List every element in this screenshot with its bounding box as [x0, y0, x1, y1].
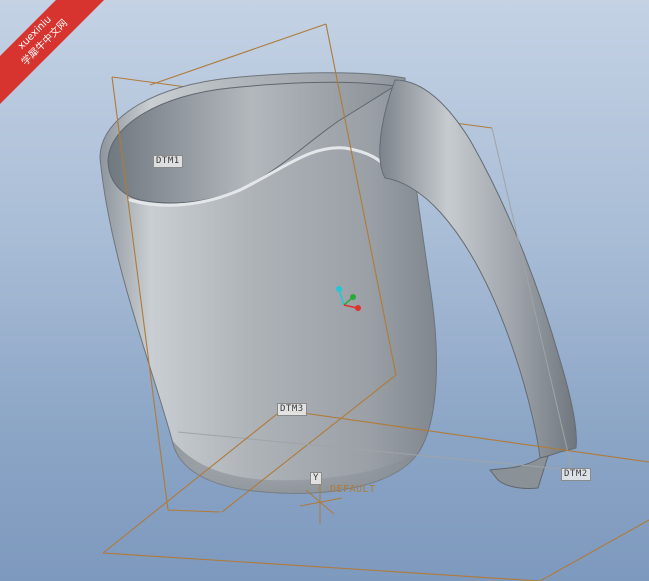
datum-label-dtm1[interactable]: DTM1: [153, 155, 183, 168]
mug-model[interactable]: [99, 72, 577, 494]
datum-label-dtm3[interactable]: DTM3: [277, 403, 307, 416]
model-canvas[interactable]: [0, 0, 649, 581]
mug-handle-tail: [489, 455, 549, 489]
csys-point-label[interactable]: Y: [310, 472, 322, 485]
datum-label-dtm2[interactable]: DTM2: [561, 468, 591, 481]
cad-viewport[interactable]: DTM1 DTM3 DTM2 Y DEFAULT: [0, 0, 649, 581]
csys-label-default[interactable]: DEFAULT: [328, 484, 378, 495]
